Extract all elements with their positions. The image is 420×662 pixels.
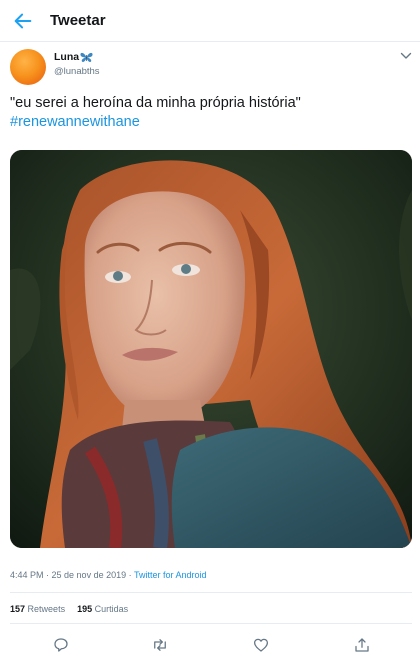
- likes-stat[interactable]: 195 Curtidas: [77, 604, 128, 614]
- divider: [10, 592, 412, 593]
- chevron-down-icon[interactable]: [400, 52, 412, 60]
- tweet-media-image[interactable]: [10, 150, 412, 548]
- tweet-source-link[interactable]: Twitter for Android: [134, 570, 207, 580]
- author-name[interactable]: Luna: [54, 51, 100, 63]
- tweet-time: 4:44 PM: [10, 570, 44, 580]
- author-name-text: Luna: [54, 51, 80, 63]
- retweets-label: Retweets: [27, 604, 66, 614]
- tweet-date[interactable]: 25 de nov de 2019: [52, 570, 127, 580]
- retweets-count: 157: [10, 604, 26, 614]
- page-title: Tweetar: [50, 12, 106, 29]
- share-icon[interactable]: [353, 636, 371, 654]
- butterfly-icon: [80, 52, 93, 62]
- media-illustration: [10, 150, 412, 548]
- divider: [10, 623, 412, 624]
- retweet-icon[interactable]: [151, 636, 169, 654]
- likes-label: Curtidas: [94, 604, 129, 614]
- meta-separator: ·: [43, 570, 52, 580]
- tweet-stats: 157 Retweets 195 Curtidas: [10, 604, 128, 614]
- arrow-left-icon[interactable]: [12, 10, 34, 32]
- meta-separator: ·: [126, 570, 134, 580]
- avatar[interactable]: [10, 49, 46, 85]
- top-bar: Tweetar: [0, 0, 420, 42]
- likes-count: 195: [77, 604, 93, 614]
- heart-icon[interactable]: [252, 636, 270, 654]
- hashtag-link[interactable]: #renewannewithane: [10, 113, 140, 132]
- tweet-meta: 4:44 PM · 25 de nov de 2019 · Twitter fo…: [10, 570, 207, 580]
- author-handle: @lunabths: [54, 66, 100, 77]
- reply-icon[interactable]: [52, 636, 70, 654]
- tweet-text: "eu serei a heroína da minha própria his…: [10, 95, 301, 111]
- author-block[interactable]: Luna @lunabths: [54, 51, 100, 77]
- retweets-stat[interactable]: 157 Retweets: [10, 604, 65, 614]
